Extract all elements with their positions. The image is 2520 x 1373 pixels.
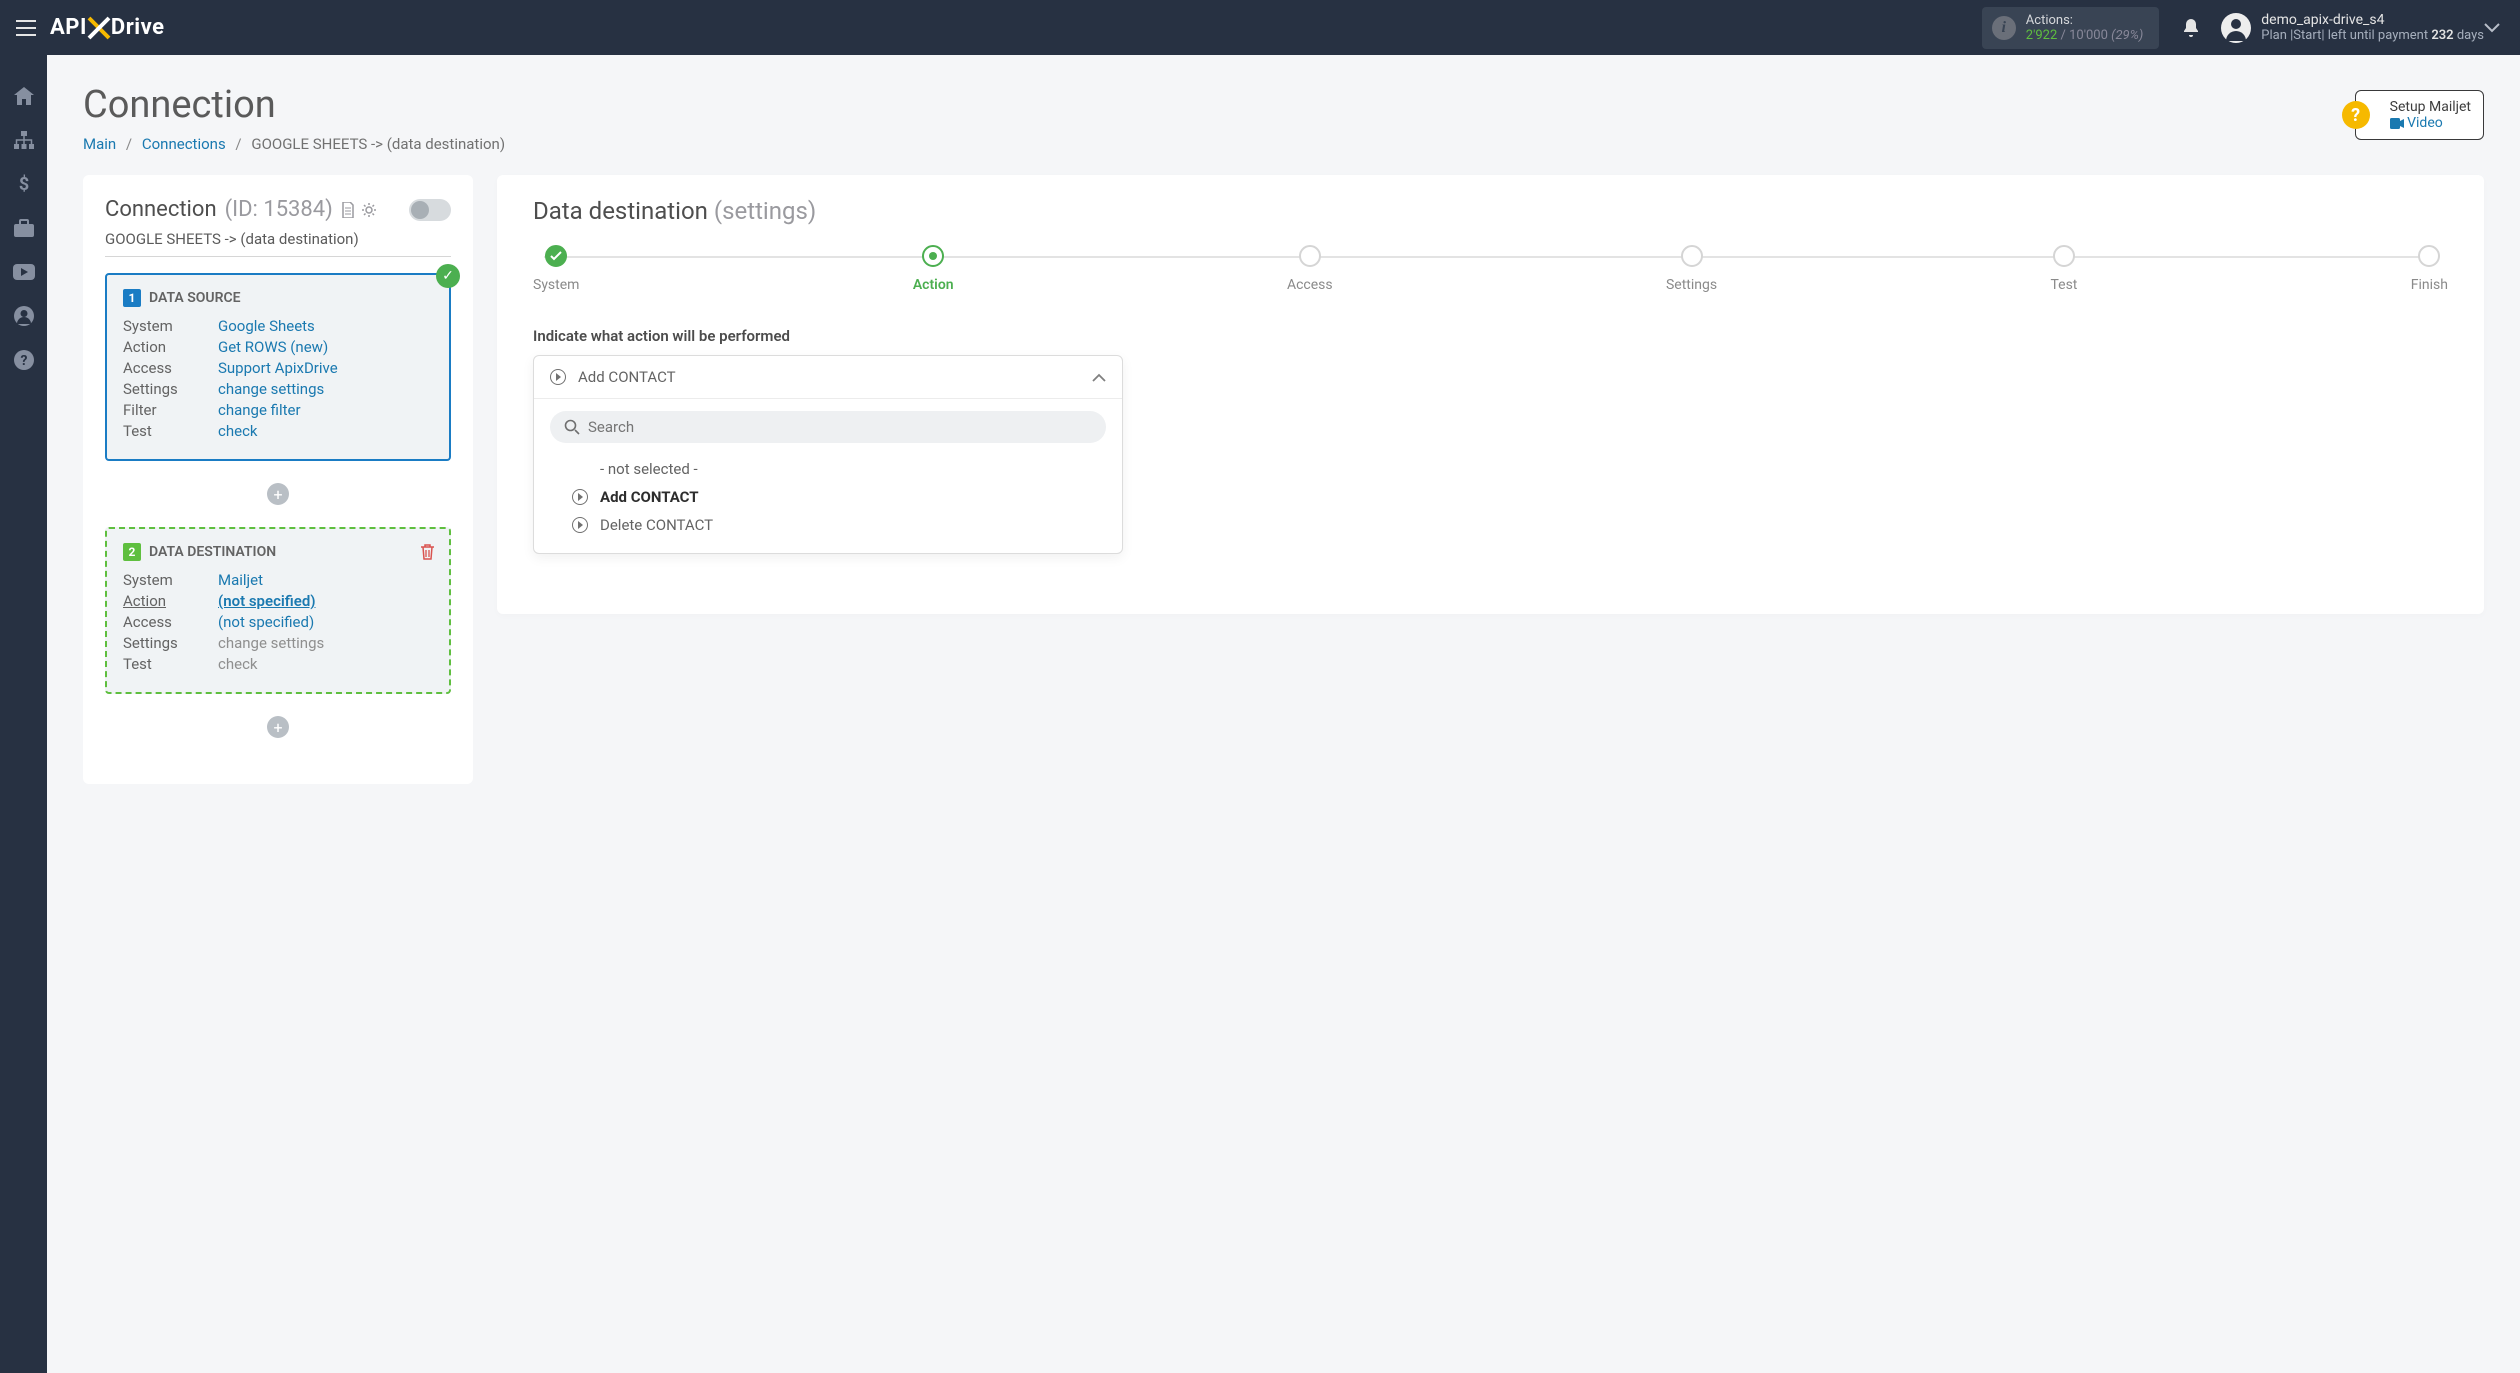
data-source-card: ✓ 1DATA SOURCE SystemGoogle SheetsAction… [105, 273, 451, 461]
breadcrumb: Main / Connections / GOOGLE SHEETS -> (d… [83, 135, 2484, 153]
breadcrumb-main[interactable]: Main [83, 135, 116, 153]
user-block[interactable]: demo_apix-drive_s4 Plan |Start| left unt… [2221, 12, 2484, 43]
source-row: Testcheck [123, 422, 433, 440]
gear-icon[interactable] [361, 202, 377, 218]
play-circle-icon [572, 489, 588, 505]
action-prompt: Indicate what action will be performed [533, 327, 2448, 345]
main-content: ? Setup Mailjet Video Connection Main / … [47, 55, 2520, 1373]
bell-icon[interactable] [2181, 17, 2201, 39]
source-row: ActionGet ROWS (new) [123, 338, 433, 356]
sidebar-connections-icon[interactable] [13, 129, 35, 151]
dest-value[interactable]: (not specified) [218, 592, 316, 610]
connection-name: GOOGLE SHEETS -> (data destination) [105, 230, 451, 257]
step-settings[interactable]: Settings [1666, 245, 1717, 293]
step-system[interactable]: System [533, 245, 579, 293]
dest-row: SystemMailjet [123, 571, 433, 589]
dest-row: Action(not specified) [123, 592, 433, 610]
step-access[interactable]: Access [1287, 245, 1333, 293]
action-dropdown: Add CONTACT - not selected -Add CONTACTD… [533, 355, 1123, 554]
header-chevron-down-icon[interactable] [2484, 23, 2500, 33]
help-video-link[interactable]: Video [2390, 115, 2471, 131]
actions-counter[interactable]: i Actions: 2'922 / 10'000 (29%) [1982, 7, 2160, 49]
search-icon [564, 419, 580, 435]
play-circle-icon [550, 369, 566, 385]
help-setup-box[interactable]: ? Setup Mailjet Video [2355, 90, 2484, 140]
data-source-heading: DATA SOURCE [149, 290, 241, 306]
page-title: Connection [83, 83, 2484, 127]
top-header: API Drive i Actions: 2'922 / 10'000 (29%… [0, 0, 2520, 55]
source-row: Filterchange filter [123, 401, 433, 419]
add-source-button[interactable]: + [267, 483, 289, 505]
step-action[interactable]: Action [913, 245, 954, 293]
svg-text:$: $ [18, 174, 28, 194]
source-value-link[interactable]: check [218, 422, 258, 440]
dest-value: change settings [218, 634, 324, 652]
connection-toggle[interactable] [409, 199, 451, 221]
dest-value: check [218, 655, 258, 673]
play-circle-icon [572, 517, 588, 533]
actions-label: Actions: [2026, 13, 2144, 28]
user-plan: Plan |Start| left until payment 232 days [2261, 28, 2484, 43]
breadcrumb-connections[interactable]: Connections [142, 135, 226, 153]
svg-text:?: ? [20, 353, 27, 369]
data-destination-card: 2DATA DESTINATION SystemMailjetAction(no… [105, 527, 451, 694]
stepper: System Action Access Settings Test Finis… [533, 245, 2448, 293]
step-test[interactable]: Test [2050, 245, 2077, 293]
source-row: SystemGoogle Sheets [123, 317, 433, 335]
add-destination-button[interactable]: + [267, 716, 289, 738]
sidebar: $ ? [0, 55, 47, 1373]
connection-id: (ID: 15384) [225, 197, 333, 222]
actions-values: 2'922 / 10'000 (29%) [2026, 28, 2144, 43]
user-name: demo_apix-drive_s4 [2261, 12, 2484, 28]
source-row: AccessSupport ApixDrive [123, 359, 433, 377]
hamburger-menu[interactable] [16, 20, 36, 36]
dest-row: Access(not specified) [123, 613, 433, 631]
help-title: Setup Mailjet [2390, 99, 2471, 115]
sidebar-home-icon[interactable] [13, 85, 35, 107]
dropdown-option[interactable]: Delete CONTACT [550, 511, 1106, 539]
source-value-link[interactable]: change filter [218, 401, 301, 419]
source-value-link[interactable]: change settings [218, 380, 324, 398]
logo-x-icon [85, 14, 113, 42]
dropdown-selected: Add CONTACT [578, 368, 1080, 386]
dest-row: Testcheck [123, 655, 433, 673]
breadcrumb-current: GOOGLE SHEETS -> (data destination) [251, 135, 505, 153]
document-icon[interactable] [341, 202, 355, 218]
dropdown-search-input[interactable] [588, 418, 1092, 436]
source-row: Settingschange settings [123, 380, 433, 398]
source-value-link[interactable]: Support ApixDrive [218, 359, 338, 377]
sidebar-help-icon[interactable]: ? [13, 349, 35, 371]
settings-panel-subtitle: (settings) [714, 197, 816, 225]
dest-row: Settingschange settings [123, 634, 433, 652]
dropdown-option[interactable]: - not selected - [550, 455, 1106, 483]
settings-panel: Data destination (settings) System Actio… [497, 175, 2484, 614]
sidebar-youtube-icon[interactable] [13, 261, 35, 283]
info-icon: i [1992, 16, 2016, 40]
connection-panel-title: Connection [105, 197, 217, 222]
step-finish[interactable]: Finish [2411, 245, 2448, 293]
logo[interactable]: API Drive [50, 14, 164, 42]
trash-icon[interactable] [420, 543, 435, 560]
sidebar-billing-icon[interactable]: $ [13, 173, 35, 195]
source-value-link[interactable]: Get ROWS (new) [218, 338, 328, 356]
help-question-icon: ? [2342, 101, 2370, 129]
dropdown-option[interactable]: Add CONTACT [550, 483, 1106, 511]
check-icon: ✓ [436, 264, 460, 288]
settings-panel-title: Data destination [533, 197, 708, 225]
action-dropdown-toggle[interactable]: Add CONTACT [534, 356, 1122, 399]
dropdown-search[interactable] [550, 411, 1106, 443]
sidebar-user-icon[interactable] [13, 305, 35, 327]
source-value-link[interactable]: Google Sheets [218, 317, 315, 335]
dest-value[interactable]: Mailjet [218, 571, 263, 589]
data-destination-heading: DATA DESTINATION [149, 544, 276, 560]
sidebar-briefcase-icon[interactable] [13, 217, 35, 239]
connection-panel: Connection (ID: 15384) GOOGLE SHEETS -> … [83, 175, 473, 784]
chevron-up-icon [1092, 373, 1106, 382]
dest-value[interactable]: (not specified) [218, 613, 314, 631]
user-avatar-icon [2221, 13, 2251, 43]
